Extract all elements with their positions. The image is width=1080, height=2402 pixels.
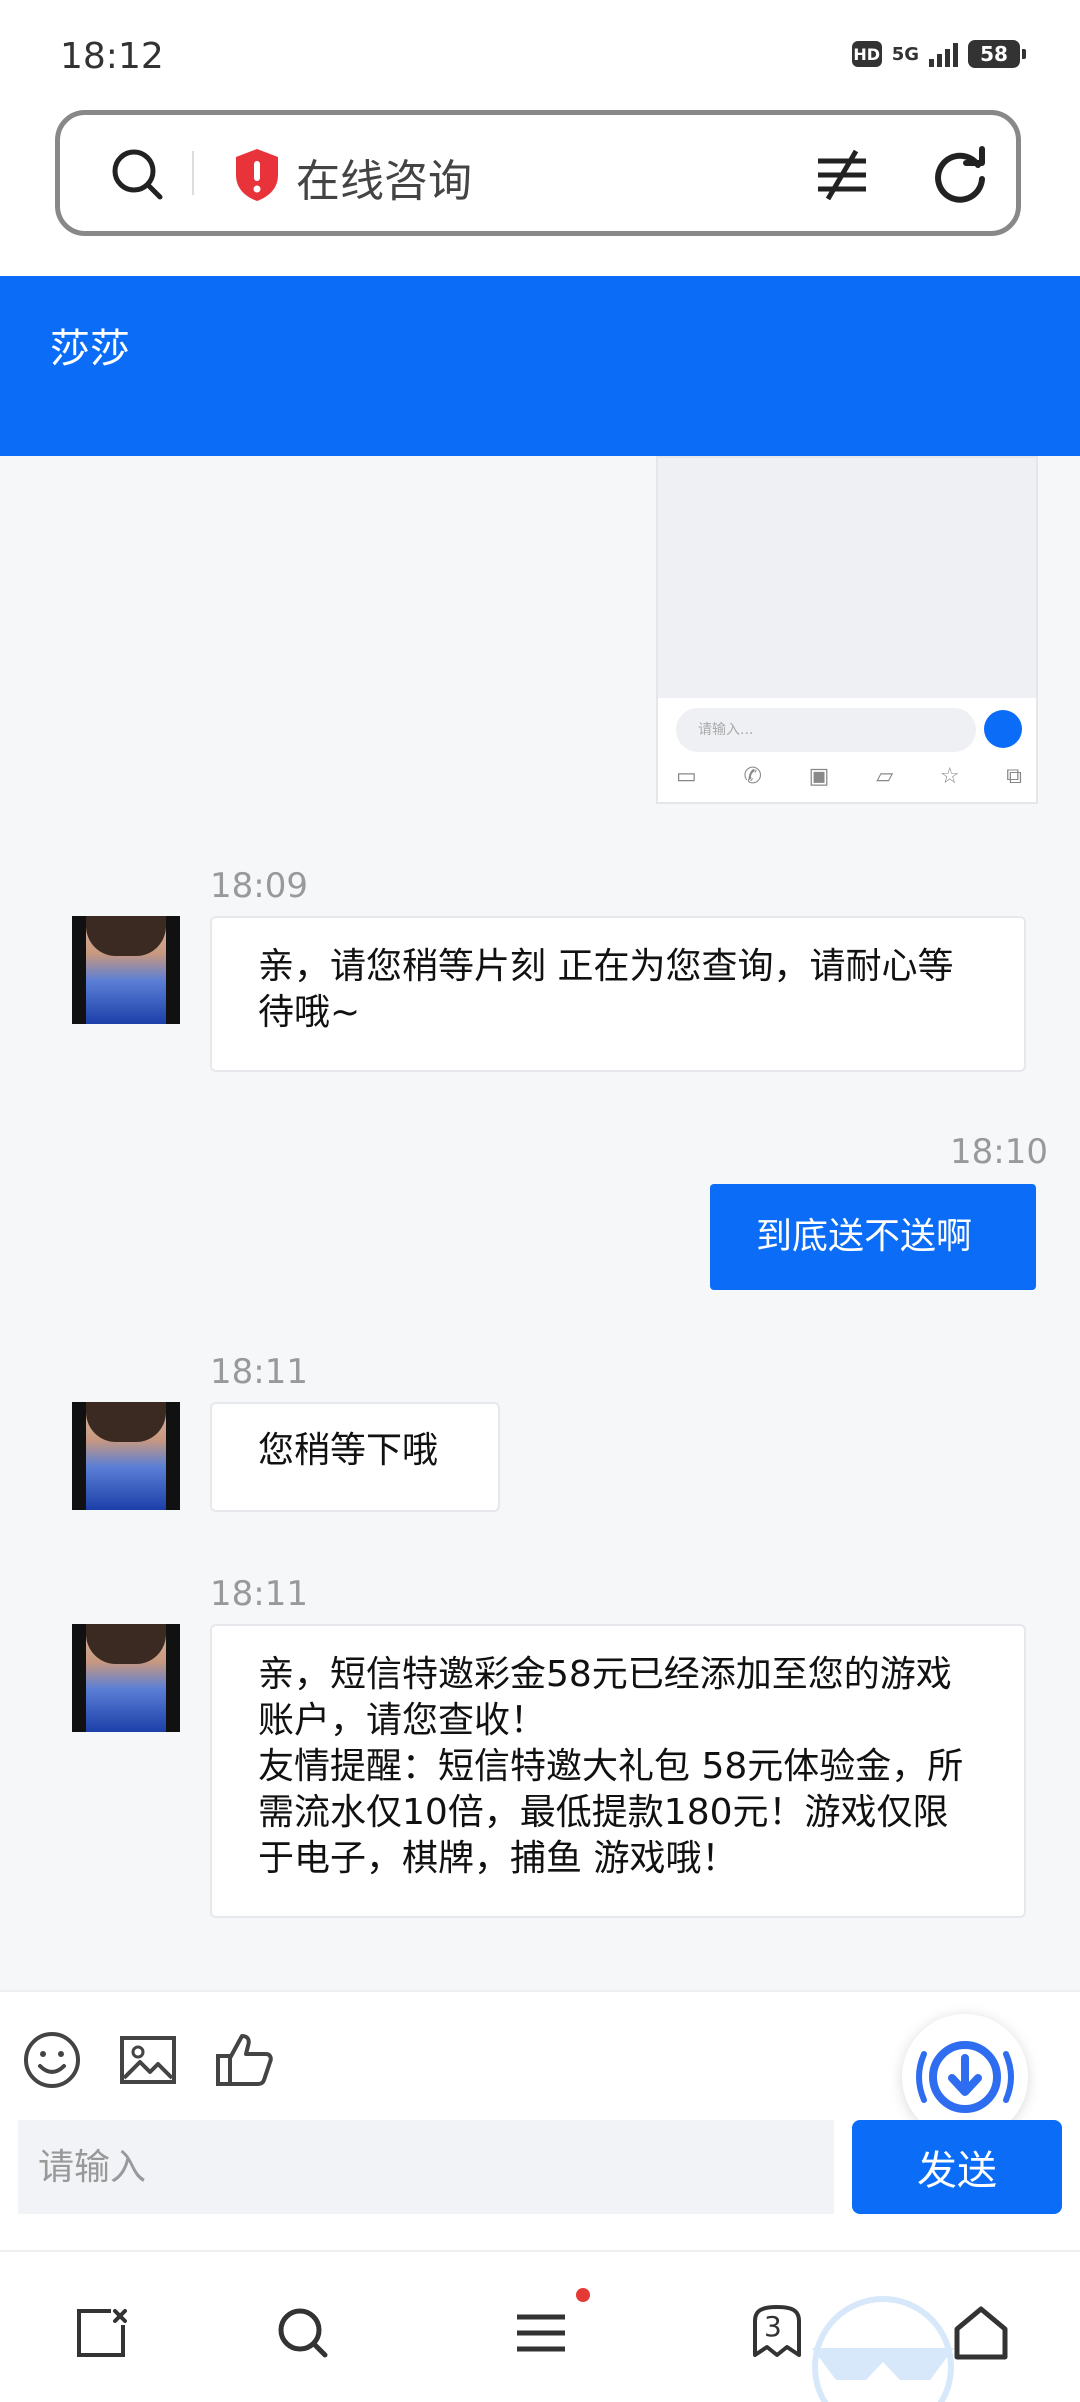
search-icon[interactable] <box>268 2298 338 2368</box>
message-timestamp: 18:10 <box>950 1132 1048 1172</box>
reload-icon[interactable] <box>928 143 992 207</box>
mascot-icon <box>812 2296 954 2402</box>
bottom-nav: 3 <box>0 2250 1080 2402</box>
shield-warning-icon[interactable] <box>232 147 282 203</box>
close-page-icon[interactable] <box>66 2298 136 2368</box>
filter-icon[interactable] <box>810 143 874 207</box>
battery-icon: 58 <box>968 40 1026 68</box>
message-bubble[interactable]: 您稍等下哦 <box>210 1402 500 1512</box>
notification-dot <box>576 2288 590 2302</box>
image-preview <box>658 458 1036 698</box>
copy-icon: ⧉ <box>1006 764 1022 789</box>
image-icon: ▣ <box>808 764 830 789</box>
message-list[interactable]: 请输入... ▭ ✆ ▣ ▱ ☆ ⧉ 18:09 亲，请您稍等片刻 正在为您查询… <box>0 456 1080 1990</box>
status-bar: 18:12 HD 5G 58 <box>0 0 1080 100</box>
agent-avatar[interactable] <box>72 1624 180 1732</box>
message-bubble-outgoing[interactable]: 到底送不送啊 <box>710 1184 1036 1290</box>
agent-avatar[interactable] <box>72 916 180 1024</box>
status-icons: HD 5G 58 <box>851 40 1026 68</box>
image-message[interactable]: 请输入... ▭ ✆ ▣ ▱ ☆ ⧉ <box>656 456 1038 804</box>
status-time: 18:12 <box>60 36 164 77</box>
chat-header: 莎莎 <box>0 276 1080 456</box>
input-area: 发送 <box>0 1990 1080 2252</box>
message-timestamp: 18:11 <box>210 1574 308 1614</box>
address-bar[interactable]: 在线咨询 <box>55 110 1021 236</box>
folder-icon: ▱ <box>876 764 894 789</box>
tab-count: 3 <box>764 2310 782 2343</box>
star-icon: ☆ <box>939 764 960 789</box>
menu-icon[interactable] <box>506 2298 576 2368</box>
thumbs-up-icon[interactable] <box>214 2030 274 2090</box>
image-input-placeholder: 请输入... <box>676 708 976 752</box>
agent-avatar[interactable] <box>72 1402 180 1510</box>
agent-name: 莎莎 <box>50 326 130 372</box>
tabs-icon[interactable]: 3 <box>742 2298 812 2368</box>
emoji-icon[interactable] <box>22 2030 82 2090</box>
message-bubble[interactable]: 亲，请您稍等片刻 正在为您查询，请耐心等待哦~ <box>210 916 1026 1072</box>
network-label: 5G <box>891 43 919 65</box>
hd-icon: HD <box>851 41 882 67</box>
mic-icon <box>984 710 1022 748</box>
image-icon[interactable] <box>118 2030 178 2090</box>
message-input[interactable] <box>18 2120 834 2214</box>
message-timestamp: 18:11 <box>210 1352 308 1392</box>
search-icon[interactable] <box>108 145 168 205</box>
input-tools <box>22 2030 274 2090</box>
page-title[interactable]: 在线咨询 <box>296 145 472 209</box>
image-toolbar: ▭ ✆ ▣ ▱ ☆ ⧉ <box>676 764 1022 789</box>
address-divider <box>192 151 194 195</box>
message-bubble[interactable]: 亲，短信特邀彩金58元已经添加至您的游戏账户，请您查收！ 友情提醒：短信特邀大礼… <box>210 1624 1026 1918</box>
video-icon: ▭ <box>676 764 697 789</box>
signal-icon <box>929 41 958 67</box>
send-button[interactable]: 发送 <box>852 2120 1062 2214</box>
message-timestamp: 18:09 <box>210 866 308 906</box>
phone-icon: ✆ <box>743 764 762 789</box>
